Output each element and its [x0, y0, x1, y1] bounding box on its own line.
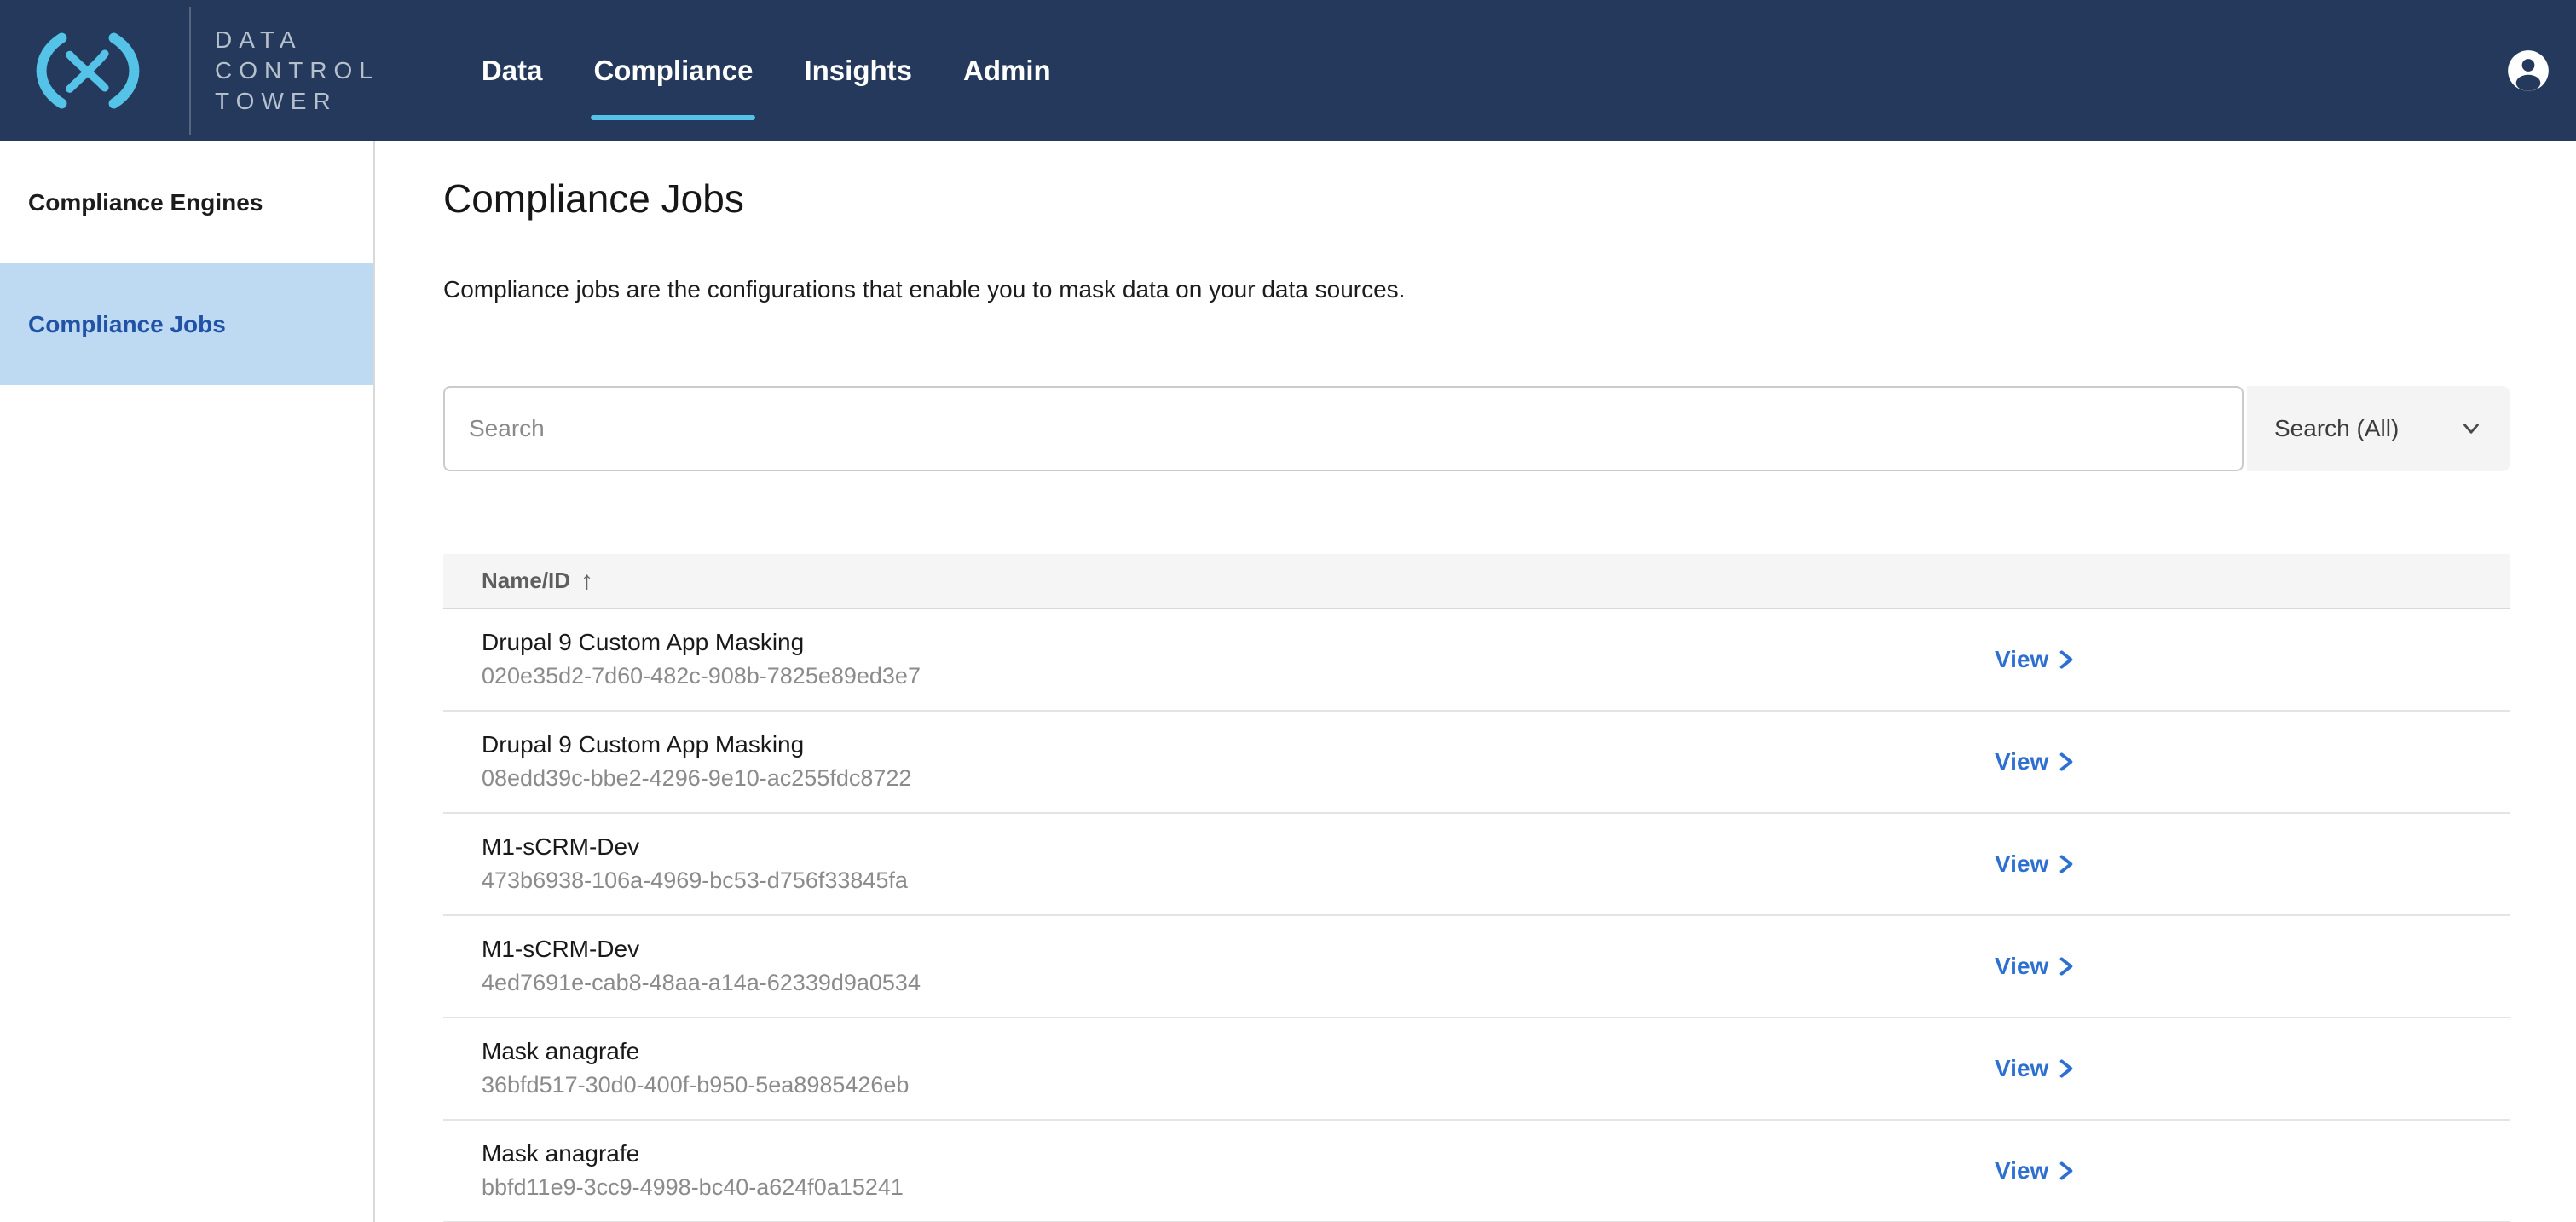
- user-account-button[interactable]: [2506, 49, 2550, 93]
- view-link[interactable]: View: [1995, 1055, 2076, 1082]
- account-icon: [2506, 49, 2550, 93]
- job-id: bbfd11e9-3cc9-4998-bc40-a624f0a15241: [482, 1172, 2510, 1202]
- job-name: M1-sCRM-Dev: [482, 832, 2510, 862]
- chevron-right-icon: [2057, 1057, 2076, 1081]
- sidebar-item-label: Compliance Jobs: [28, 311, 226, 338]
- view-link[interactable]: View: [1995, 748, 2076, 775]
- table-body: Drupal 9 Custom App Masking 020e35d2-7d6…: [443, 609, 2510, 1222]
- view-link-label: View: [1995, 953, 2048, 980]
- logo-divider: [189, 7, 191, 135]
- top-navbar: DATA CONTROL TOWER Data Compliance Insig…: [0, 0, 2576, 141]
- search-scope-dropdown[interactable]: Search (All): [2247, 386, 2510, 471]
- chevron-right-icon: [2057, 852, 2076, 876]
- chevron-down-icon: [2458, 416, 2484, 441]
- job-id: 36bfd517-30d0-400f-b950-5ea8985426eb: [482, 1069, 2510, 1100]
- nav-item-label: Admin: [963, 55, 1051, 87]
- dct-logo-icon: [26, 26, 150, 115]
- table-row: Drupal 9 Custom App Masking 08edd39c-bbe…: [443, 712, 2510, 814]
- view-link-label: View: [1995, 850, 2048, 878]
- job-name: Mask anagrafe: [482, 1036, 2510, 1067]
- chevron-right-icon: [2057, 750, 2076, 774]
- brand-logo[interactable]: DATA CONTROL TOWER: [26, 7, 379, 135]
- table-row: Drupal 9 Custom App Masking 020e35d2-7d6…: [443, 609, 2510, 712]
- table-row: Mask anagrafe 36bfd517-30d0-400f-b950-5e…: [443, 1018, 2510, 1121]
- view-link[interactable]: View: [1995, 850, 2076, 878]
- brand-line: TOWER: [215, 86, 379, 117]
- table-row: Mask anagrafe bbfd11e9-3cc9-4998-bc40-a6…: [443, 1121, 2510, 1222]
- chevron-right-icon: [2057, 1159, 2076, 1183]
- sort-ascending-icon: ↑: [580, 567, 593, 596]
- search-scope-label: Search (All): [2274, 415, 2399, 442]
- chevron-right-icon: [2057, 954, 2076, 978]
- nav-items: Data Compliance Insights Admin: [482, 0, 1102, 141]
- view-link-label: View: [1995, 1055, 2048, 1082]
- chevron-right-icon: [2057, 648, 2076, 672]
- nav-item[interactable]: Compliance: [593, 0, 753, 141]
- job-name: M1-sCRM-Dev: [482, 934, 2510, 965]
- page-description: Compliance jobs are the configurations t…: [443, 276, 2510, 303]
- brand-line: CONTROL: [215, 55, 379, 86]
- job-id: 4ed7691e-cab8-48aa-a14a-62339d9a0534: [482, 967, 2510, 998]
- table-row: M1-sCRM-Dev 473b6938-106a-4969-bc53-d756…: [443, 814, 2510, 916]
- job-id: 473b6938-106a-4969-bc53-d756f33845fa: [482, 865, 2510, 896]
- view-link[interactable]: View: [1995, 953, 2076, 980]
- nav-item[interactable]: Insights: [804, 0, 912, 141]
- jobs-table: Name/ID ↑ Drupal 9 Custom App Masking 02…: [443, 554, 2510, 1222]
- job-name: Drupal 9 Custom App Masking: [482, 627, 2510, 658]
- job-id: 08edd39c-bbe2-4296-9e10-ac255fdc8722: [482, 763, 2510, 793]
- nav-item-label: Data: [482, 55, 543, 87]
- nav-item-label: Compliance: [593, 55, 753, 87]
- job-id: 020e35d2-7d60-482c-908b-7825e89ed3e7: [482, 660, 2510, 691]
- brand-line: DATA: [215, 25, 379, 55]
- brand-wordmark: DATA CONTROL TOWER: [215, 25, 379, 117]
- nav-item-label: Insights: [804, 55, 912, 87]
- main-content: Compliance Jobs Compliance jobs are the …: [375, 141, 2576, 1222]
- sidebar-item[interactable]: Compliance Jobs: [0, 263, 373, 385]
- active-tab-underline: [591, 115, 755, 120]
- search-row: Search (All): [443, 386, 2510, 471]
- view-link-label: View: [1995, 1157, 2048, 1185]
- search-input[interactable]: [443, 386, 2244, 471]
- table-row: M1-sCRM-Dev 4ed7691e-cab8-48aa-a14a-6233…: [443, 916, 2510, 1018]
- page-title: Compliance Jobs: [443, 176, 2510, 222]
- job-name: Mask anagrafe: [482, 1138, 2510, 1169]
- column-label: Name/ID: [482, 568, 570, 594]
- view-link-label: View: [1995, 748, 2048, 775]
- sidebar-item-label: Compliance Engines: [28, 189, 263, 216]
- view-link[interactable]: View: [1995, 1157, 2076, 1185]
- sidebar-item[interactable]: Compliance Engines: [0, 141, 373, 263]
- column-header-name-id[interactable]: Name/ID ↑: [443, 554, 2510, 609]
- nav-item[interactable]: Admin: [963, 0, 1051, 141]
- nav-item[interactable]: Data: [482, 0, 543, 141]
- view-link[interactable]: View: [1995, 646, 2076, 673]
- view-link-label: View: [1995, 646, 2048, 673]
- sidebar: Compliance Engines Compliance Jobs: [0, 141, 375, 1222]
- job-name: Drupal 9 Custom App Masking: [482, 729, 2510, 760]
